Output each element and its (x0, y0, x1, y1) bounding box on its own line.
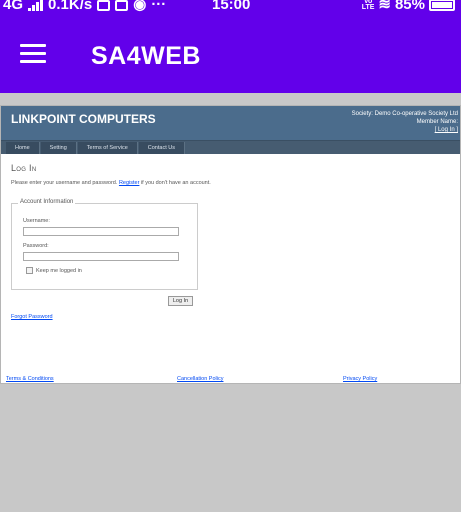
site-header: LINKPOINT COMPUTERS Society: Demo Co-ope… (1, 106, 460, 140)
network-type: 4G (3, 0, 24, 13)
member-name: Member Name: (416, 119, 458, 125)
nav-home[interactable]: Home (6, 142, 40, 154)
login-content: Log In Please enter your username and pa… (11, 163, 451, 320)
app-title: SA4WEB (91, 42, 201, 70)
header-login-link[interactable]: [ Log In ] (435, 127, 458, 133)
nav-contact-us[interactable]: Contact Us (138, 142, 185, 154)
signal-icon (28, 0, 44, 11)
intro-text-after: if you don't have an account. (140, 180, 211, 186)
login-button[interactable]: Log In (168, 296, 193, 306)
battery-icon (429, 0, 455, 11)
login-intro: Please enter your username and password.… (11, 180, 451, 186)
mail-icon (115, 0, 129, 11)
site-title: LINKPOINT COMPUTERS (11, 112, 156, 126)
keep-logged-in-checkbox[interactable] (26, 267, 33, 274)
clock: 15:00 (212, 0, 251, 13)
page-title: Log In (11, 163, 37, 173)
nav-terms-of-service[interactable]: Terms of Service (77, 142, 138, 154)
site-nav: Home Setting Terms of Service Contact Us (1, 140, 460, 154)
username-input[interactable] (23, 227, 179, 236)
volte-icon: Vo LTE (361, 0, 375, 11)
username-label: Username: (23, 218, 50, 224)
keep-logged-in-label: Keep me logged in (36, 268, 82, 274)
wifi-icon: ≋ (378, 0, 391, 13)
nav-setting[interactable]: Setting (40, 142, 77, 154)
forgot-password-link[interactable]: Forgot Password (11, 314, 53, 320)
privacy-policy-link[interactable]: Privacy Policy (343, 376, 377, 382)
divider (0, 93, 461, 105)
password-label: Password: (23, 243, 49, 249)
terms-conditions-link[interactable]: Terms & Conditions (6, 376, 54, 382)
cancellation-policy-link[interactable]: Cancellation Policy (177, 376, 223, 382)
account-information-fieldset: Account Information Username: Password: … (11, 199, 198, 290)
status-bar: 4G 0.1K/s ◉ ··· 15:00 Vo LTE ≋ 85% (0, 0, 461, 14)
intro-text: Please enter your username and password. (11, 180, 118, 186)
password-input[interactable] (23, 252, 179, 261)
fieldset-legend: Account Information (18, 199, 76, 205)
menu-icon[interactable] (20, 44, 46, 64)
status-bar-right: Vo LTE ≋ 85% (362, 0, 455, 12)
site-footer: Terms & Conditions Cancellation Policy P… (1, 376, 460, 384)
gallery-icon (97, 0, 111, 11)
chrome-icon: ◉ (133, 0, 147, 13)
more-notifications: ··· (151, 0, 167, 13)
register-link[interactable]: Register (119, 180, 139, 186)
app-bar: SA4WEB (0, 14, 461, 93)
data-speed: 0.1K/s (48, 0, 93, 13)
battery-percent: 85% (394, 0, 425, 13)
webview: LINKPOINT COMPUTERS Society: Demo Co-ope… (0, 105, 461, 384)
status-bar-left: 4G 0.1K/s ◉ ··· (3, 0, 166, 12)
site-info: Society: Demo Co-operative Society Ltd M… (352, 110, 458, 134)
society-name: Society: Demo Co-operative Society Ltd (351, 111, 458, 117)
